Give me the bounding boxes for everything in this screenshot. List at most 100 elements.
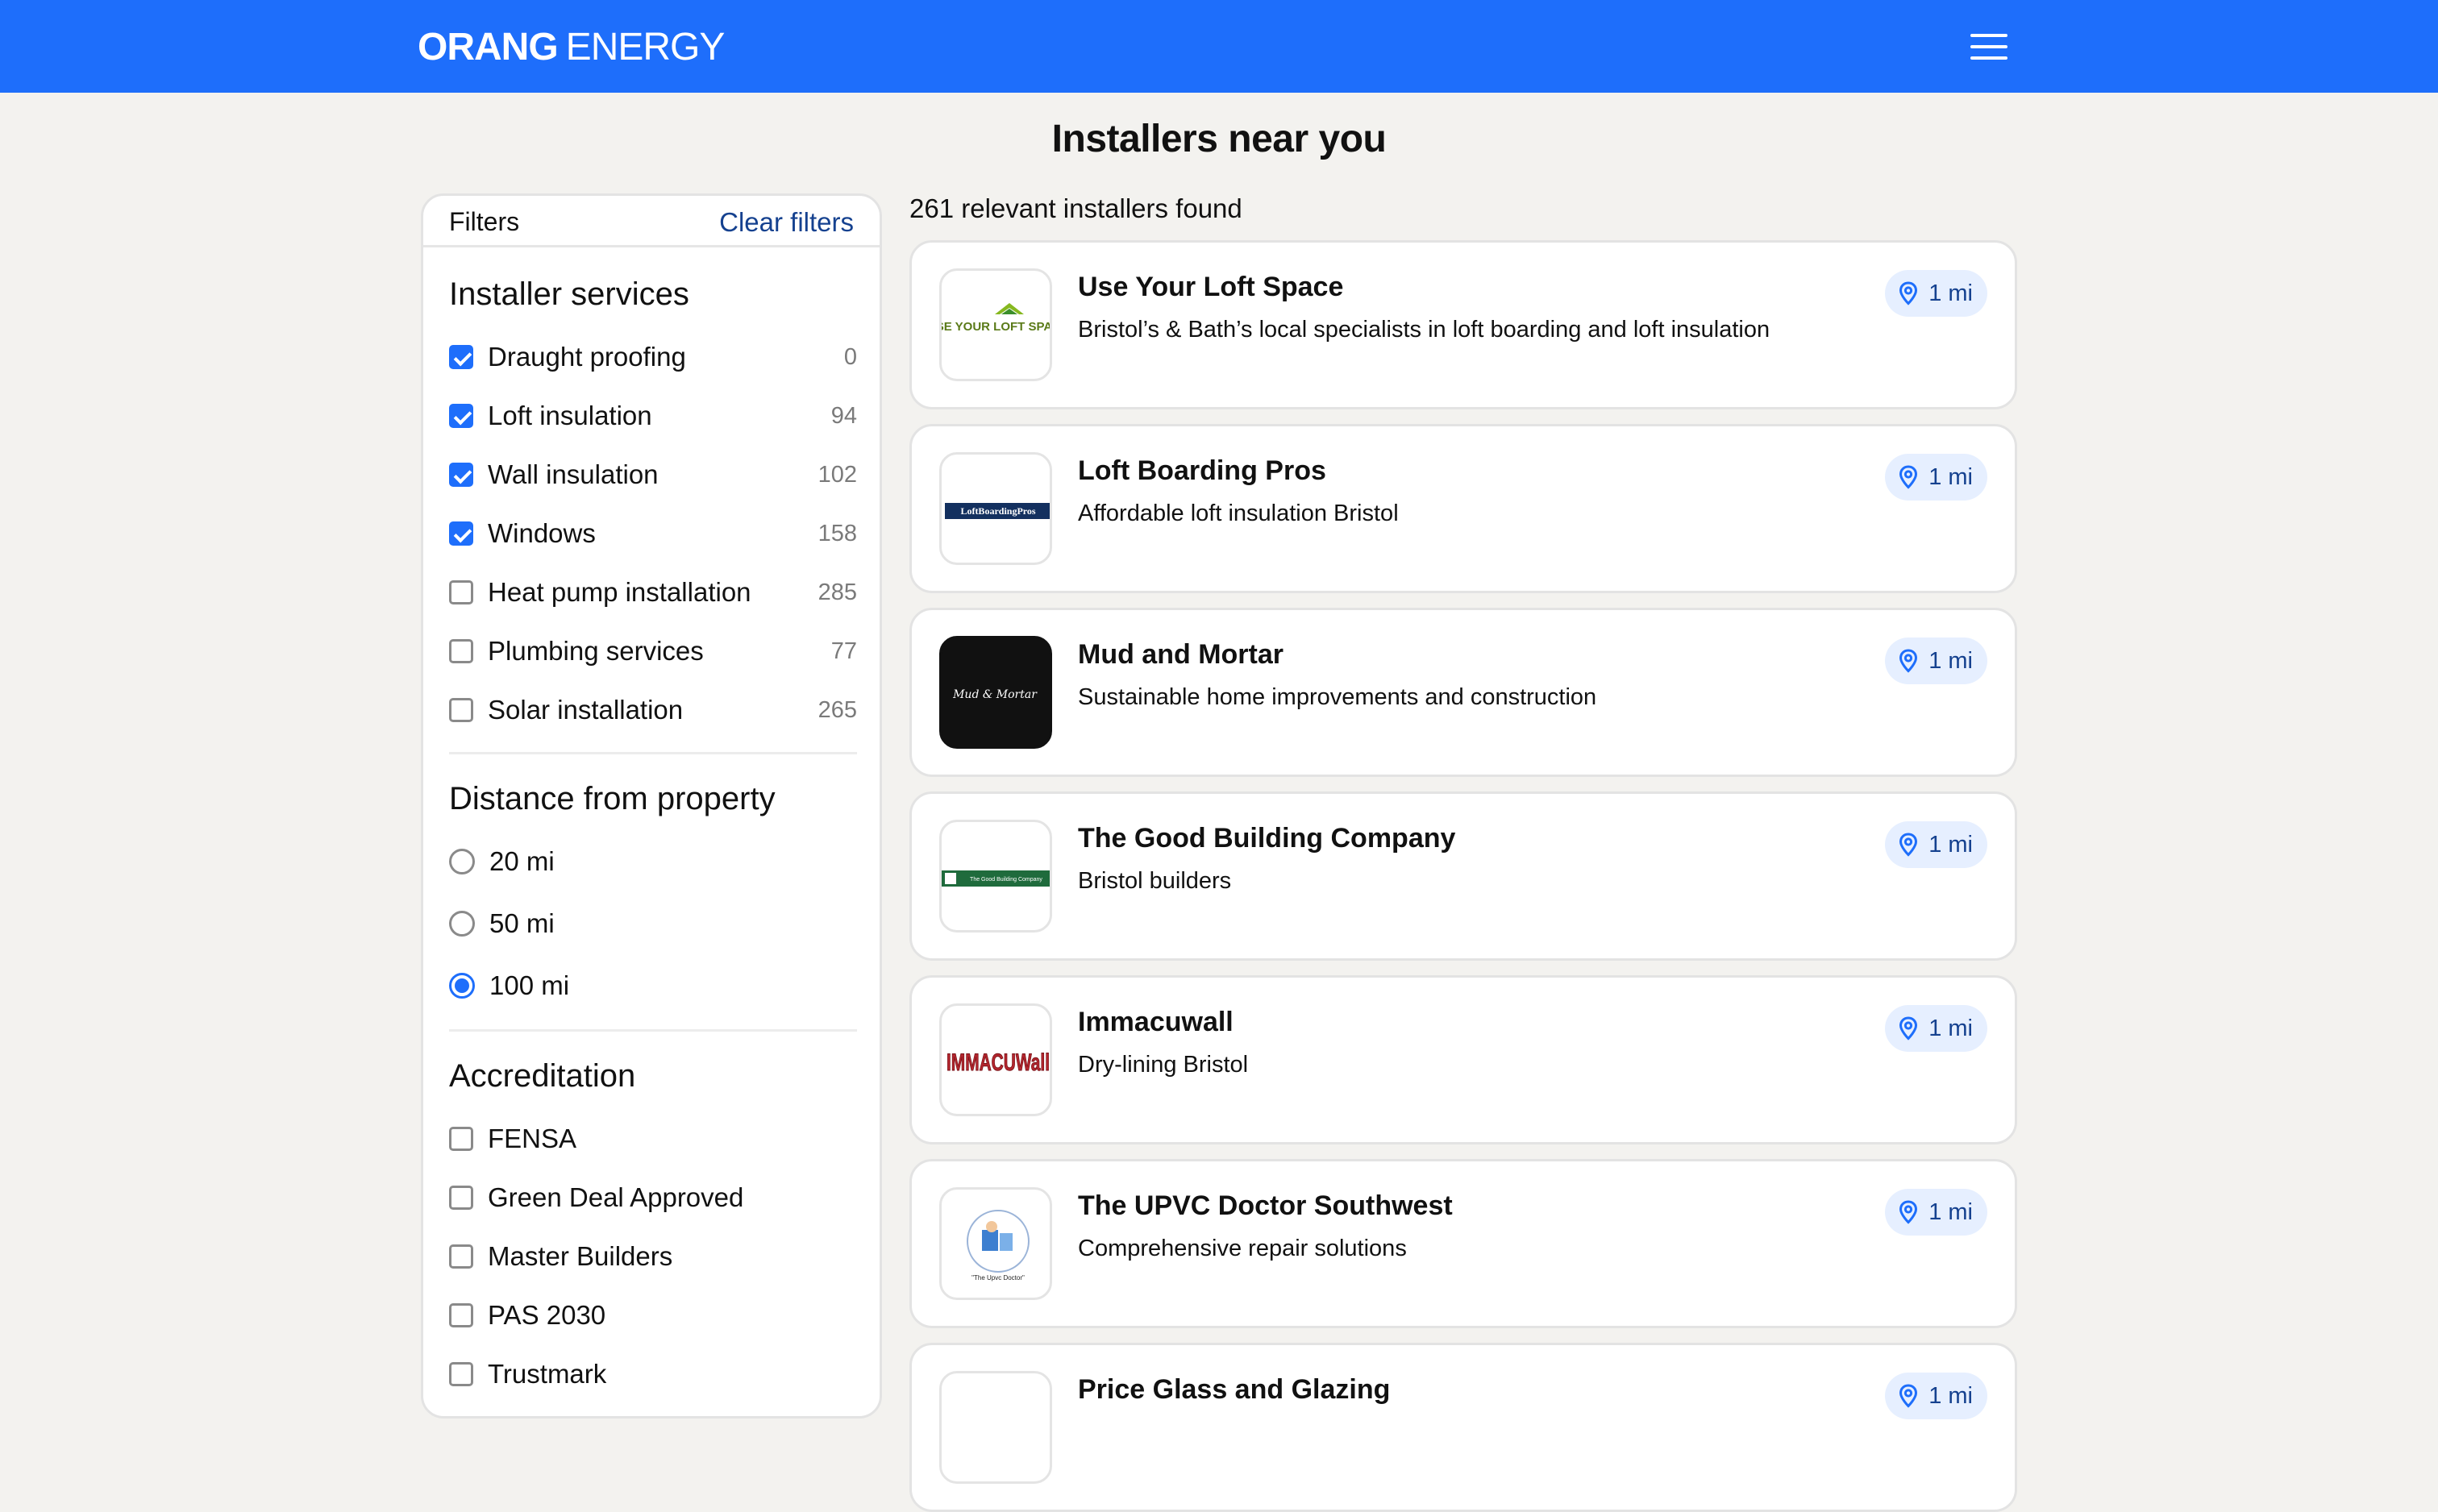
location-pin-icon xyxy=(1899,1200,1918,1224)
service-option-wall-insulation[interactable]: Wall insulation 102 xyxy=(449,455,857,494)
installer-name: Mud and Mortar xyxy=(1078,639,1283,670)
heat-pump-installation-checkbox[interactable] xyxy=(449,580,473,604)
logo-text: IMMACUWall xyxy=(946,1049,1050,1076)
section-divider xyxy=(449,752,857,754)
windows-checkbox[interactable] xyxy=(449,521,473,546)
distance-value: 1 mi xyxy=(1928,463,1973,490)
pas-2030-checkbox[interactable] xyxy=(449,1303,473,1327)
option-count: 77 xyxy=(830,638,857,664)
installer-card[interactable]: Price Glass and Glazing 1 mi xyxy=(909,1343,2017,1512)
distance-option-50-mi[interactable]: 50 mi xyxy=(449,904,857,943)
distance-100-mi-radio[interactable] xyxy=(449,973,475,999)
option-count: 158 xyxy=(818,520,857,546)
installer-name: Price Glass and Glazing xyxy=(1078,1374,1391,1405)
location-pin-icon xyxy=(1899,833,1918,857)
green-deal-approved-checkbox[interactable] xyxy=(449,1186,473,1210)
accreditation-option-fensa[interactable]: FENSA xyxy=(449,1119,857,1158)
distance-value: 1 mi xyxy=(1928,831,1973,858)
accreditation-option-pas-2030[interactable]: PAS 2030 xyxy=(449,1296,857,1335)
trustmark-checkbox[interactable] xyxy=(449,1362,473,1386)
distance-option-20-mi[interactable]: 20 mi xyxy=(449,842,857,881)
distance-value: 1 mi xyxy=(1928,280,1973,306)
clear-filters-link[interactable]: Clear filters xyxy=(719,207,854,238)
distance-badge: 1 mi xyxy=(1885,821,1987,868)
distance-badge: 1 mi xyxy=(1885,1373,1987,1419)
installer-card[interactable]: USE YOUR LOFT SPACE Use Your Loft Space … xyxy=(909,240,2017,409)
option-label: Green Deal Approved xyxy=(488,1182,744,1212)
distance-option-100-mi[interactable]: 100 mi xyxy=(449,966,857,1005)
installer-card[interactable]: LoftBoardingPros Loft Boarding Pros Affo… xyxy=(909,424,2017,593)
location-pin-icon xyxy=(1899,281,1918,305)
distance-20-mi-radio[interactable] xyxy=(449,849,475,874)
option-label: Windows xyxy=(488,518,596,548)
filters-title: Filters xyxy=(449,207,520,236)
installer-logo: The Good Building Company xyxy=(939,820,1052,933)
installer-logo xyxy=(939,1371,1052,1484)
brand-logo-light: ENERGY xyxy=(565,25,726,69)
option-label: Plumbing services xyxy=(488,636,704,666)
brand-logo-bold: ORANG xyxy=(418,25,559,69)
brand-logo[interactable]: ORANG ENERGY xyxy=(418,23,726,71)
filters-panel: Filters Clear filters Installer services… xyxy=(421,193,882,1419)
logo-text: "The Upvc Doctor" xyxy=(971,1274,1025,1281)
service-option-heat-pump-installation[interactable]: Heat pump installation 285 xyxy=(449,573,857,612)
wall-insulation-checkbox[interactable] xyxy=(449,463,473,487)
plumbing-services-checkbox[interactable] xyxy=(449,639,473,663)
option-label: Loft insulation xyxy=(488,401,652,430)
option-label: 20 mi xyxy=(489,846,555,876)
service-option-windows[interactable]: Windows 158 xyxy=(449,514,857,553)
option-label: 50 mi xyxy=(489,908,555,938)
installer-name: The Good Building Company xyxy=(1078,823,1456,854)
results-count: 261 relevant installers found xyxy=(909,193,1242,223)
distance-value: 1 mi xyxy=(1928,1015,1973,1041)
option-count: 0 xyxy=(843,343,857,370)
accreditation-option-green-deal-approved[interactable]: Green Deal Approved xyxy=(449,1178,857,1217)
filters-header: Filters Clear filters xyxy=(423,196,880,247)
service-option-solar-installation[interactable]: Solar installation 265 xyxy=(449,691,857,729)
installer-card[interactable]: Mud & Mortar Mud and Mortar Sustainable … xyxy=(909,608,2017,777)
distance-badge: 1 mi xyxy=(1885,270,1987,317)
fensa-checkbox[interactable] xyxy=(449,1127,473,1151)
loft-insulation-checkbox[interactable] xyxy=(449,404,473,428)
logo-text: LoftBoardingPros xyxy=(960,505,1035,517)
service-option-draught-proofing[interactable]: Draught proofing 0 xyxy=(449,338,857,376)
installer-card[interactable]: IMMACUWall Immacuwall Dry-lining Bristol… xyxy=(909,975,2017,1144)
option-label: Master Builders xyxy=(488,1241,673,1271)
logo-text: Mud & Mortar xyxy=(952,688,1038,701)
distance-badge: 1 mi xyxy=(1885,1005,1987,1052)
option-label: Solar installation xyxy=(488,695,684,725)
service-option-plumbing-services[interactable]: Plumbing services 77 xyxy=(449,632,857,671)
option-count: 94 xyxy=(830,402,857,429)
distance-value: 1 mi xyxy=(1928,1198,1973,1225)
installer-logo: "The Upvc Doctor" xyxy=(939,1187,1052,1300)
option-label: Wall insulation xyxy=(488,459,659,489)
option-count: 102 xyxy=(818,461,857,488)
installer-card[interactable]: "The Upvc Doctor" The UPVC Doctor Southw… xyxy=(909,1159,2017,1328)
option-label: FENSA xyxy=(488,1124,577,1153)
installer-logo: IMMACUWall xyxy=(939,1003,1052,1116)
option-label: 100 mi xyxy=(489,970,570,1000)
accreditation-option-master-builders[interactable]: Master Builders xyxy=(449,1237,857,1276)
location-pin-icon xyxy=(1899,465,1918,489)
installer-description: Sustainable home improvements and constr… xyxy=(1078,684,1597,710)
distance-badge: 1 mi xyxy=(1885,454,1987,501)
hamburger-menu-icon[interactable] xyxy=(1967,29,2011,64)
service-option-loft-insulation[interactable]: Loft insulation 94 xyxy=(449,397,857,435)
section-divider xyxy=(449,1029,857,1032)
installer-logo: LoftBoardingPros xyxy=(939,452,1052,565)
option-label: Heat pump installation xyxy=(488,577,751,607)
master-builders-checkbox[interactable] xyxy=(449,1244,473,1269)
distance-badge: 1 mi xyxy=(1885,638,1987,684)
installer-name: Use Your Loft Space xyxy=(1078,272,1344,302)
installer-name: Immacuwall xyxy=(1078,1007,1234,1037)
installer-card[interactable]: The Good Building Company The Good Build… xyxy=(909,791,2017,961)
location-pin-icon xyxy=(1899,1016,1918,1041)
draught-proofing-checkbox[interactable] xyxy=(449,345,473,369)
installer-name: The UPVC Doctor Southwest xyxy=(1078,1190,1453,1221)
distance-heading: Distance from property xyxy=(449,781,776,816)
distance-50-mi-radio[interactable] xyxy=(449,911,475,937)
installer-name: Loft Boarding Pros xyxy=(1078,455,1326,486)
installer-description: Bristol’s & Bath’s local specialists in … xyxy=(1078,317,1770,343)
installer-description: Comprehensive repair solutions xyxy=(1078,1236,1407,1261)
solar-installation-checkbox[interactable] xyxy=(449,698,473,722)
